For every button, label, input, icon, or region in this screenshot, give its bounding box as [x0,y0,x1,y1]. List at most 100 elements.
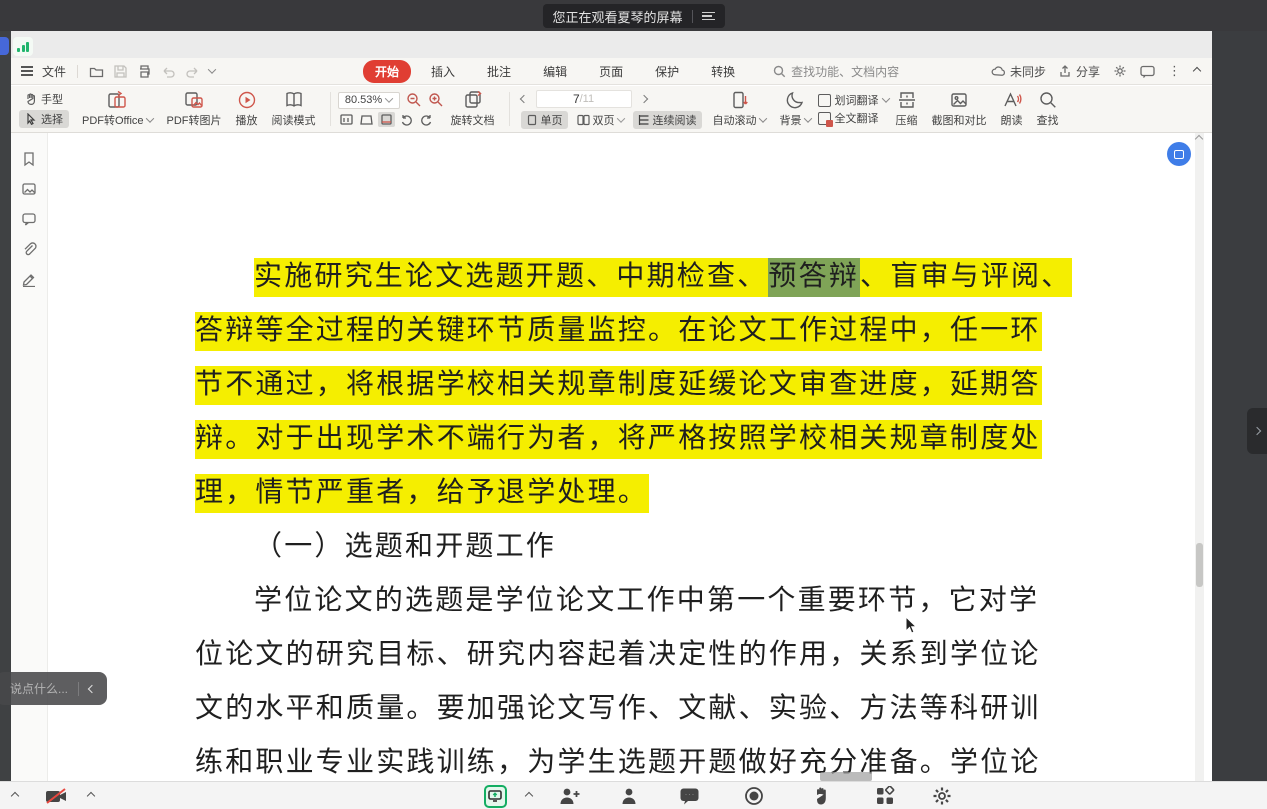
pdf-to-image-button[interactable]: PDF转图片 [160,88,229,130]
document-line: 答辩等全过程的关键环节质量监控。在论文工作过程中，任一环 [195,308,1055,362]
main-menu-icon[interactable] [21,66,33,76]
chat-icon[interactable] [676,782,702,809]
previous-page-icon[interactable] [519,94,527,102]
document-line: 文的水平和质量。要加强论文写作、文献、实验、方法等科研训 [195,686,1055,740]
gear-icon[interactable] [1113,64,1127,78]
rotate-document-icon [463,90,483,110]
scrollbar-thumb[interactable] [1196,543,1203,587]
expand-up-icon[interactable] [522,782,536,809]
compress-button[interactable]: 压缩 [889,88,925,130]
popup-remnant [820,772,872,781]
word-translate-label: 划词翻译 [835,92,879,108]
fit-width-icon[interactable] [358,112,375,127]
fit-page-icon[interactable] [378,112,395,127]
settings-gear-icon[interactable] [930,782,954,809]
page-number-field[interactable]: 7/11 [536,90,632,108]
rotate-right-icon[interactable] [418,112,435,127]
print-icon[interactable] [137,64,152,79]
current-page: 7 [573,92,580,106]
raise-hand-icon[interactable] [810,782,834,809]
chat-input-pill[interactable]: 说点什么... [0,672,107,705]
ribbon-tab-6[interactable]: 转换 [699,60,747,83]
hand-icon [25,93,37,105]
word-translate-button[interactable]: 划词翻译 [818,92,889,108]
select-tool-label: 选择 [41,111,63,127]
ribbon-tab-4[interactable]: 页面 [587,60,635,83]
background-moon-icon [785,90,805,110]
apps-icon[interactable] [872,782,898,809]
menu-left-cluster: 文件 [11,63,215,80]
ribbon-tab-2[interactable]: 批注 [475,60,523,83]
auto-scroll-button[interactable]: 自动滚动 [706,88,773,130]
camera-off-icon[interactable] [42,782,72,809]
thumbnail-image-icon[interactable] [21,181,37,197]
record-icon[interactable] [742,782,766,809]
save-icon[interactable] [113,64,128,79]
scroll-up-icon[interactable] [1195,135,1203,143]
meeting-bottom-bar [0,781,1267,809]
file-menu[interactable]: 文件 [42,63,66,80]
menu-right-cluster: 未同步 分享 ⋮ [991,63,1212,80]
read-aloud-button[interactable]: 朗读 [994,88,1030,130]
double-page-button[interactable]: 双页 [572,111,629,129]
pdf-to-image-label: PDF转图片 [167,112,222,128]
vertical-scrollbar[interactable] [1195,133,1204,781]
expand-panel-tab[interactable] [1247,408,1267,454]
pdf-to-office-button[interactable]: PDF转Office [75,88,160,130]
ribbon-tab-5[interactable]: 保护 [643,60,691,83]
customize-toolbar-caret[interactable] [208,65,216,73]
find-icon [1038,90,1058,110]
document-canvas[interactable]: 实施研究生论文选题开题、中期检查、预答辩、盲审与评阅、答辩等全过程的关键环节质量… [48,133,1196,781]
ribbon-search[interactable]: 查找功能、文档内容 [773,63,899,80]
zoom-out-icon[interactable] [406,92,422,108]
background-button[interactable]: 背景 [773,88,818,130]
continuous-read-button[interactable]: 连续阅读 [633,111,702,129]
ribbon-tab-3[interactable]: 编辑 [531,60,579,83]
pdf-to-office-icon [107,90,127,110]
play-button[interactable]: 播放 [229,88,265,130]
read-aloud-icon [1002,90,1022,110]
ribbon-tab-0[interactable]: 开始 [363,60,411,83]
find-button[interactable]: 查找 [1030,88,1066,130]
divider [509,92,510,126]
actual-size-icon[interactable] [338,112,355,127]
expand-up-icon[interactable] [8,782,22,809]
full-translate-button[interactable]: 全文翻译 [818,110,889,126]
comment-bubble-icon[interactable] [1140,65,1155,78]
hand-tool-button[interactable]: 手型 [19,90,69,108]
collapse-ribbon-icon[interactable] [1193,67,1201,75]
rotate-left-icon[interactable] [398,112,415,127]
screen-share-active-icon[interactable] [482,782,508,809]
more-dots-icon[interactable]: ⋮ [1168,63,1181,79]
floating-assistant-badge[interactable] [1167,142,1191,166]
zoom-in-icon[interactable] [428,92,444,108]
banner-menu-icon[interactable] [702,12,715,21]
undo-icon[interactable] [161,64,176,79]
document-line: 理，情节严重者，给予退学处理。 [195,470,1055,524]
attachment-icon[interactable] [21,241,37,257]
signature-icon[interactable] [21,271,37,287]
screenshot-compare-button[interactable]: 截图和对比 [925,88,994,130]
redo-icon[interactable] [185,64,200,79]
expand-up-icon[interactable] [84,782,98,809]
participants-icon[interactable] [616,782,642,809]
read-mode-button[interactable]: 阅读模式 [265,88,323,130]
comment-icon[interactable] [21,211,37,227]
next-page-icon[interactable] [639,94,647,102]
body-text: 学位论文的选题是学位论文工作中第一个重要环节，它对学 [254,582,1040,621]
bookmark-icon[interactable] [21,151,37,167]
word-translate-icon [818,94,831,107]
rotate-document-button[interactable]: 旋转文档 [444,88,502,130]
tool-bar: 手型 选择 PDF转Office PDF转图片 播 [11,86,1212,133]
open-folder-icon[interactable] [89,64,104,79]
single-page-button[interactable]: 单页 [521,111,568,129]
read-aloud-label: 朗读 [1001,112,1023,128]
share-button[interactable]: 分享 [1059,63,1100,80]
share-label: 分享 [1076,63,1100,80]
invite-member-icon[interactable] [556,782,584,809]
ribbon-tab-1[interactable]: 插入 [419,60,467,83]
sync-status[interactable]: 未同步 [991,63,1046,80]
zoom-level-select[interactable]: 80.53% [338,92,400,109]
collapse-chat-icon[interactable] [88,684,96,692]
select-tool-button[interactable]: 选择 [19,110,69,128]
